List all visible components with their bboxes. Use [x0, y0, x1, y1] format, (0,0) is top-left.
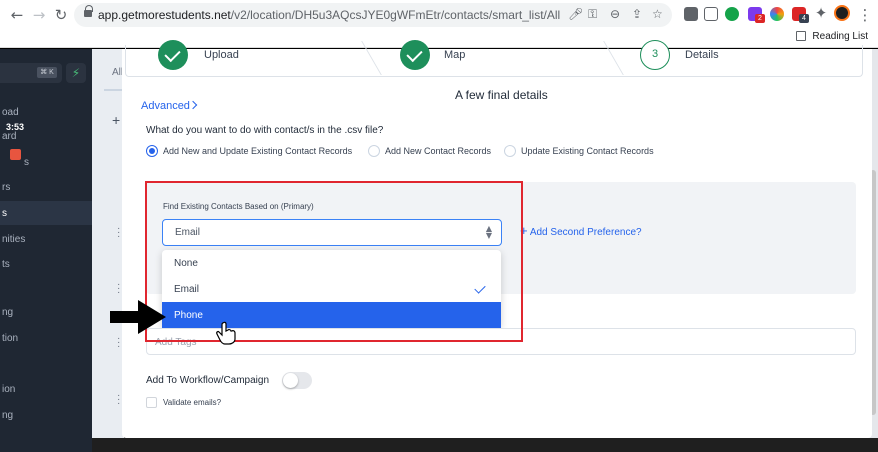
sidebar-item-reporting[interactable]: ng: [2, 410, 13, 421]
row-menu-icon[interactable]: · · ·: [117, 280, 120, 298]
extension-badge: 2: [755, 14, 765, 23]
annotation-highlight-box: [145, 181, 523, 342]
workflow-toggle[interactable]: [282, 372, 312, 389]
camera-extension-icon[interactable]: [704, 7, 718, 21]
validate-emails-label: Validate emails?: [163, 398, 222, 407]
modal-heading: A few final details: [455, 88, 548, 102]
validate-emails-checkbox[interactable]: [146, 397, 157, 408]
chevron-right-icon[interactable]: [188, 100, 198, 110]
step-number: 3: [640, 40, 670, 70]
sidebar-item-contacts[interactable]: s: [2, 208, 7, 219]
annotation-arrow-icon: [110, 300, 166, 334]
radio-button[interactable]: [146, 145, 158, 157]
lock-icon: [84, 5, 93, 19]
forward-icon[interactable]: →: [30, 6, 48, 24]
add-icon[interactable]: +: [112, 112, 120, 128]
video-extension-icon[interactable]: 4: [792, 7, 809, 23]
add-second-preference-label: Add Second Preference?: [529, 227, 642, 238]
url-host: app.getmorestudents.net: [98, 8, 231, 22]
reading-list-label: Reading List: [812, 31, 868, 42]
sidebar-item-calendars[interactable]: rs: [2, 182, 10, 193]
sidebar-item-opportunities[interactable]: nities: [2, 234, 25, 245]
sidebar-active-highlight: [0, 201, 92, 225]
color-wheel-extension-icon[interactable]: [770, 7, 784, 21]
radio-button[interactable]: [504, 145, 516, 157]
sidebar-item-reputation[interactable]: ion: [2, 384, 15, 395]
row-menu-icon[interactable]: · · ·: [117, 391, 120, 409]
notification-badge: [10, 149, 21, 160]
background-page: All + · · · · · · · · · · · ·: [92, 49, 124, 452]
import-action-question: What do you want to do with contact/s in…: [146, 125, 384, 136]
hand-cursor-icon: [216, 321, 236, 345]
back-icon[interactable]: ←: [8, 6, 26, 24]
sidebar-item-launchpad[interactable]: oad: [2, 107, 19, 118]
app-sidebar: ⌘ K ⚡ oad 3:53 ard s rs s nities ts ng t…: [0, 49, 92, 452]
sidebar-item-marketing[interactable]: ng: [2, 307, 13, 318]
sidebar-search[interactable]: ⌘ K: [0, 63, 62, 83]
step-done-check-icon: [400, 40, 430, 70]
sidebar-item-payments[interactable]: ts: [2, 259, 10, 270]
menu-kebab-icon[interactable]: ⋮: [856, 6, 874, 24]
quick-action-bolt-icon[interactable]: ⚡: [66, 63, 86, 83]
reading-list-button[interactable]: Reading List: [796, 31, 868, 42]
puzzle-color-extension-icon[interactable]: 2: [748, 7, 765, 23]
step-upload-label: Upload: [204, 49, 239, 61]
key-icon[interactable]: ⚿: [588, 7, 597, 22]
zoom-icon[interactable]: ⊖: [610, 7, 620, 21]
radio-label: Update Existing Contact Records: [521, 146, 654, 156]
step-map-label: Map: [444, 49, 466, 61]
search-shortcut-hint: ⌘ K: [37, 67, 57, 78]
screen-bottom-edge: [92, 438, 878, 452]
profile-avatar[interactable]: [834, 5, 850, 21]
add-second-preference-link[interactable]: + Add Second Preference?: [520, 223, 642, 238]
sidebar-item-dashboard[interactable]: ard: [2, 131, 16, 142]
sidebar-item-automation[interactable]: tion: [2, 333, 18, 344]
row-menu-icon[interactable]: · · ·: [117, 334, 120, 352]
bookmark-star-icon[interactable]: ☆: [652, 7, 663, 21]
address-bar[interactable]: app.getmorestudents.net/v2/location/DH5u…: [74, 3, 672, 27]
import-stepper: Upload Map 3 Details: [125, 40, 863, 77]
url-path: /v2/location/DH5u3AQcsJYE0gWFmEtr/contac…: [230, 8, 561, 22]
step-done-check-icon: [158, 40, 188, 70]
sidebar-item-conversations[interactable]: s: [24, 157, 29, 168]
share-icon[interactable]: ⇪: [632, 7, 642, 21]
tab-underline: [104, 89, 124, 91]
browser-toolbar: ← → ↻ app.getmorestudents.net/v2/locatio…: [0, 0, 878, 48]
workflow-label: Add To Workflow/Campaign: [146, 375, 270, 386]
extensions-puzzle-icon[interactable]: ✦: [812, 4, 830, 22]
radio-label: Add New Contact Records: [385, 146, 492, 156]
radio-button[interactable]: [368, 145, 380, 157]
reading-list-icon: [796, 31, 807, 41]
advanced-link[interactable]: Advanced: [141, 100, 190, 112]
step-details-label: Details: [685, 49, 719, 61]
step-divider: [361, 41, 382, 75]
grammarly-extension-icon[interactable]: [725, 7, 739, 21]
step-divider: [603, 41, 624, 75]
extension-badge: 4: [799, 14, 809, 23]
row-menu-icon[interactable]: · · ·: [117, 224, 120, 242]
url-text[interactable]: app.getmorestudents.net/v2/location/DH5u…: [98, 8, 560, 22]
microphone-icon[interactable]: 🎤︎: [568, 7, 583, 21]
radio-label: Add New and Update Existing Contact Reco…: [163, 146, 353, 156]
reload-icon[interactable]: ↻: [52, 6, 70, 24]
code-extension-icon[interactable]: [684, 7, 698, 21]
